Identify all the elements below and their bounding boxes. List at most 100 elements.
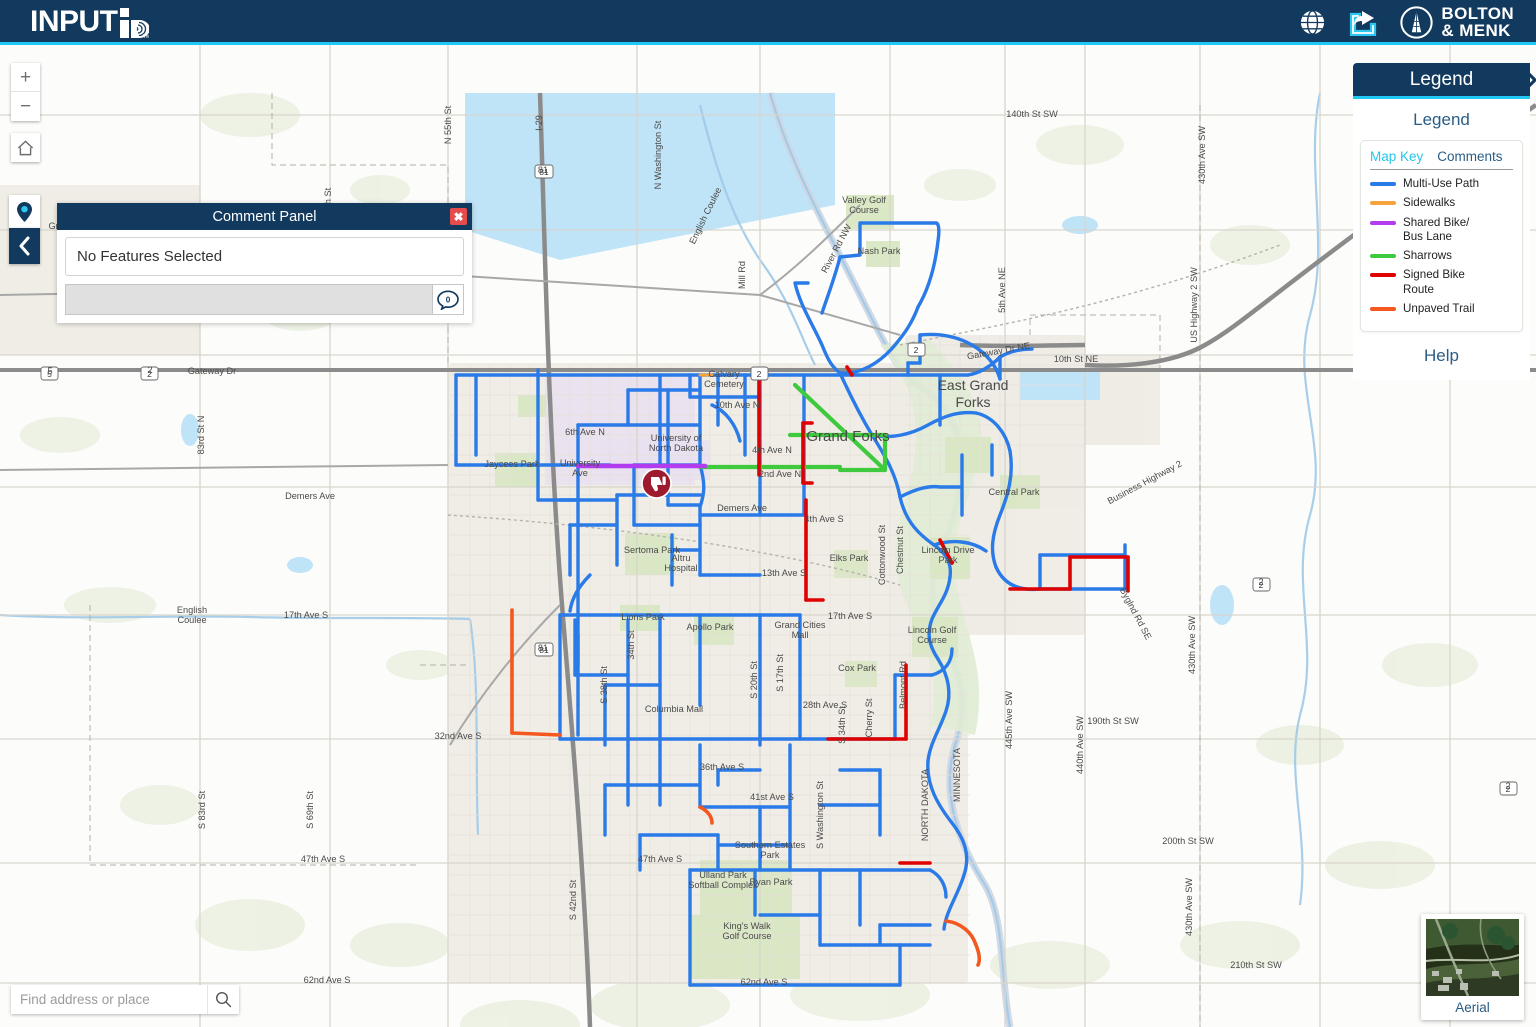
legend-item-label: Signed Bike Route <box>1403 268 1465 296</box>
map-label: 62nd Ave S <box>741 977 788 987</box>
map-label: 10th Ave N <box>715 400 760 410</box>
app-root: INPUT TM BOLTON & MENK 81 5 2 81 2 2 2 2… <box>0 0 1536 1027</box>
legend-header-title: Legend <box>1409 68 1474 90</box>
basemap-label: Aerial <box>1455 1000 1490 1015</box>
zoom-in-button[interactable]: + <box>11 63 40 92</box>
map-label: S 42nd St <box>568 879 578 920</box>
map-label: 2 <box>1505 781 1510 791</box>
legend-tab-map-key[interactable]: Map Key <box>1370 149 1423 164</box>
map-label: 28th Ave S <box>803 700 847 710</box>
map-label: Calvary Cemetery <box>704 369 744 389</box>
comment-panel-title: Comment Panel <box>212 208 317 225</box>
map-label: 47th Ave S <box>301 854 345 864</box>
map-label: 430th Ave SW <box>1184 878 1194 936</box>
map-label: S 17th St <box>775 654 785 692</box>
no-features-message: No Features Selected <box>65 237 464 276</box>
legend-item-label: Sidewalks <box>1403 196 1456 210</box>
comment-panel: Comment Panel ✖ No Features Selected 0 <box>57 203 472 323</box>
map-label: Mill Rd <box>737 261 747 289</box>
legend-item: Sharrows <box>1370 249 1513 263</box>
fingerprint-logo-icon: TM <box>119 7 150 40</box>
legend-swatch <box>1370 254 1396 258</box>
map-label: MINNESOTA <box>952 747 962 802</box>
comment-input-bar[interactable]: 0 <box>65 284 464 315</box>
legend-card: Map Key Comments Multi-Use Path Sidewalks S… <box>1360 140 1523 332</box>
legend-body: Legend Map Key Comments Multi-Use Path Sid… <box>1353 99 1530 380</box>
map-canvas[interactable]: 81 5 2 81 2 2 2 2 140th St SW N 55th St N … <box>0 45 1536 1027</box>
map-label: Apollo Park <box>687 622 734 632</box>
map-label: S 34th St <box>837 706 847 744</box>
map-label: 190th St SW <box>1087 716 1139 726</box>
basemap-toggle[interactable]: Aerial <box>1421 914 1524 1020</box>
map-label: I-29 <box>534 115 544 131</box>
map-label: 200th St SW <box>1162 836 1214 846</box>
map-label: 36th Ave S <box>700 762 744 772</box>
globe-icon[interactable] <box>1299 9 1326 36</box>
map-label: 4th Ave S <box>804 514 843 524</box>
map-label: 32nd Ave S <box>435 731 482 741</box>
map-label: 81 <box>538 643 548 653</box>
legend-swatch <box>1370 201 1396 206</box>
legend-item-label: Multi-Use Path <box>1403 177 1480 190</box>
location-pin-button[interactable] <box>9 195 40 228</box>
legend-items: Multi-Use Path Sidewalks Shared Bike/Bus L… <box>1370 177 1513 316</box>
map-label: S Washington St <box>815 781 825 850</box>
legend-item-label: Shared Bike/Bus Lane <box>1403 215 1470 243</box>
map-label: King's Walk Golf Course <box>722 921 771 941</box>
map-label: 17th Ave S <box>284 610 328 620</box>
legend-subtitle: Legend <box>1413 110 1470 129</box>
map-label: Demers Ave <box>717 503 767 513</box>
svg-text:2: 2 <box>757 369 762 379</box>
map-label: 445th Ave SW <box>1004 691 1014 749</box>
map-label: 2 <box>147 365 152 375</box>
firm-name-line1: BOLTON <box>1441 4 1514 23</box>
comment-panel-titlebar: Comment Panel ✖ <box>57 203 472 230</box>
map-label: 430th Ave SW <box>1197 126 1207 184</box>
map-label: 81 <box>538 165 548 175</box>
legend-item-label: Sharrows <box>1403 249 1452 262</box>
map-label: Demers Ave <box>285 491 335 501</box>
legend-item: Unpaved Trail <box>1370 302 1513 316</box>
map-label: Central Park <box>988 487 1039 497</box>
map-label: Belmont Rd <box>898 661 908 709</box>
header-icon-group: BOLTON & MENK <box>1299 4 1514 40</box>
map-label: 2nd Ave N <box>759 469 801 479</box>
home-button[interactable] <box>11 133 40 162</box>
zoom-out-button[interactable]: − <box>11 92 40 121</box>
map-label: 140th St SW <box>1006 109 1058 119</box>
map-label: 440th Ave SW <box>1075 716 1085 774</box>
legend-header: Legend <box>1353 63 1536 99</box>
map-label: 210th St SW <box>1230 960 1282 970</box>
search-input[interactable] <box>11 986 207 1013</box>
firm-name-line2: & MENK <box>1441 21 1511 40</box>
map-label: S 20th St <box>749 661 759 699</box>
search-box <box>11 985 239 1014</box>
map-label: 83rd St N <box>196 416 206 455</box>
double-chevron-right-icon[interactable] <box>1524 67 1536 93</box>
legend-panel: Legend Legend Map Key Comments Multi-Use … <box>1353 63 1536 380</box>
map-label: S 38th St <box>599 666 609 704</box>
legend-swatch <box>1370 273 1396 278</box>
help-link[interactable]: Help <box>1353 332 1530 376</box>
legend-tab-comments[interactable]: Comments <box>1437 149 1502 164</box>
close-icon[interactable]: ✖ <box>450 208 467 225</box>
collapse-panel-button[interactable] <box>9 228 40 264</box>
search-icon[interactable] <box>207 985 239 1014</box>
app-logo[interactable]: INPUT TM <box>30 5 150 40</box>
share-icon[interactable] <box>1348 8 1378 36</box>
bolton-menk-logo[interactable]: BOLTON & MENK <box>1400 5 1514 39</box>
map-label: 62nd Ave S <box>304 975 351 985</box>
app-logo-text: INPUT <box>30 5 118 38</box>
zoom-controls: + − <box>11 63 40 121</box>
thumbs-down-marker[interactable] <box>641 468 672 499</box>
comment-panel-body: No Features Selected 0 <box>57 230 472 323</box>
legend-swatch <box>1370 220 1396 225</box>
map-label: 17th Ave S <box>828 611 872 621</box>
map-label: 430th Ave SW <box>1187 616 1197 674</box>
app-header: INPUT TM BOLTON & MENK <box>0 0 1536 45</box>
comment-bubble-icon[interactable]: 0 <box>432 284 464 315</box>
map-label: NORTH DAKOTA <box>920 768 930 841</box>
legend-item: Sidewalks <box>1370 196 1513 210</box>
legend-item: Signed Bike Route <box>1370 268 1513 297</box>
map-label: 2 <box>1258 577 1263 587</box>
